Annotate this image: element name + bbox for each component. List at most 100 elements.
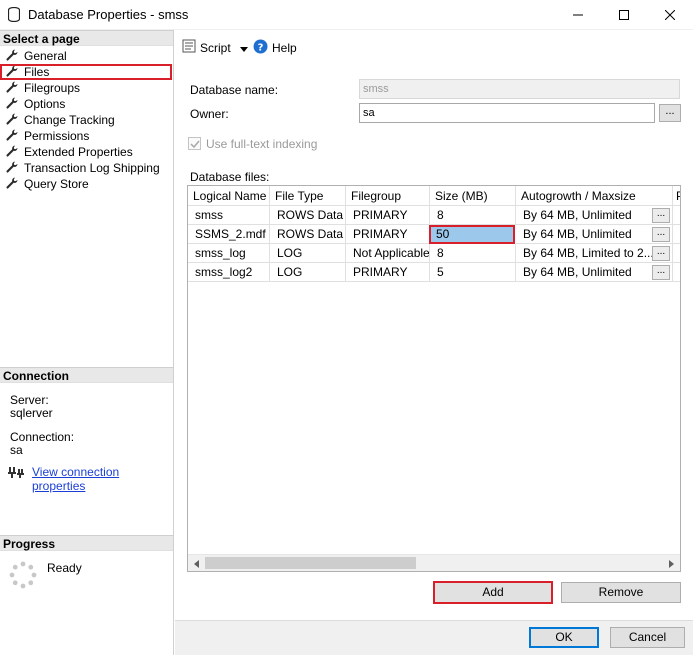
cell-filegroup[interactable]: PRIMARY (346, 206, 430, 225)
database-files-grid: Logical Name File Type Filegroup Size (M… (187, 185, 681, 572)
nav-item-permissions[interactable]: Permissions (0, 128, 173, 144)
cell-filegroup[interactable]: PRIMARY (346, 225, 430, 244)
cell-logical-name[interactable]: smss_log (188, 244, 270, 263)
progress-header: Progress (0, 535, 173, 551)
nav-item-label: Extended Properties (24, 145, 133, 159)
autogrowth-edit-button[interactable]: ... (652, 208, 670, 223)
size-edit-input[interactable]: 50 (429, 225, 515, 244)
maximize-button[interactable] (601, 0, 647, 30)
autogrowth-edit-button[interactable]: ... (652, 227, 670, 242)
nav-item-extended-properties[interactable]: Extended Properties (0, 144, 173, 160)
progress-spinner-icon (8, 560, 38, 590)
wrench-icon (6, 97, 20, 111)
column-header-logical-name[interactable]: Logical Name (188, 186, 270, 206)
cell-path[interactable] (673, 206, 680, 225)
ok-button[interactable]: OK (529, 627, 599, 648)
scrollbar-thumb[interactable] (205, 557, 416, 569)
wrench-icon (6, 81, 20, 95)
help-button[interactable]: ? Help (253, 39, 297, 57)
progress-status: Ready (47, 561, 82, 575)
cell-logical-name[interactable]: smss_log2 (188, 263, 270, 282)
connection-label: Connection: (10, 430, 75, 444)
cell-size[interactable]: 8 (430, 206, 516, 225)
column-header-path[interactable]: P (673, 186, 680, 206)
wrench-icon (6, 129, 20, 143)
cell-logical-name[interactable]: SSMS_2.mdf (188, 225, 270, 244)
wrench-icon (6, 145, 20, 159)
svg-text:?: ? (258, 43, 264, 54)
horizontal-scrollbar[interactable] (188, 554, 680, 571)
database-name-label: Database name: (190, 83, 279, 97)
scroll-left-icon[interactable] (188, 555, 205, 571)
cell-path[interactable] (673, 244, 680, 263)
owner-field[interactable]: sa (359, 103, 655, 123)
autogrowth-edit-button[interactable]: ... (652, 265, 670, 280)
owner-label: Owner: (190, 107, 229, 121)
cancel-button[interactable]: Cancel (610, 627, 685, 648)
nav-item-files[interactable]: Files (0, 64, 172, 80)
nav-item-label: Files (24, 65, 50, 79)
cell-filegroup[interactable]: Not Applicable (346, 244, 430, 263)
database-files-label: Database files: (190, 170, 270, 184)
title-bar: Database Properties - smss (0, 0, 693, 30)
cell-filegroup[interactable]: PRIMARY (346, 263, 430, 282)
toolbar: Script ? Help (175, 30, 693, 62)
owner-browse-button[interactable]: ... (659, 104, 681, 122)
database-name-field: smss (359, 79, 680, 99)
connection-header: Connection (0, 367, 173, 383)
database-icon (7, 6, 21, 25)
nav-item-label: Filegroups (24, 81, 81, 95)
autogrowth-edit-button[interactable]: ... (652, 246, 670, 261)
column-header-size[interactable]: Size (MB) (430, 186, 516, 206)
add-button[interactable]: Add (433, 581, 553, 604)
dropdown-arrow-icon[interactable] (239, 41, 248, 55)
cell-file-type[interactable]: LOG (270, 244, 346, 263)
select-page-header: Select a page (0, 30, 173, 46)
connection-properties-icon (8, 465, 24, 482)
cell-logical-name[interactable]: smss (188, 206, 270, 225)
script-icon (182, 39, 196, 56)
column-header-autogrowth[interactable]: Autogrowth / Maxsize (516, 186, 673, 206)
nav-item-query-store[interactable]: Query Store (0, 176, 173, 192)
cell-size[interactable]: 8 (430, 244, 516, 263)
help-icon: ? (253, 39, 268, 57)
nav-item-general[interactable]: General (0, 48, 173, 64)
nav-item-label: Change Tracking (24, 113, 115, 127)
nav-item-transaction-log-shipping[interactable]: Transaction Log Shipping (0, 160, 173, 176)
cell-autogrowth[interactable]: By 64 MB, Unlimited (516, 263, 673, 282)
cell-size[interactable]: 5 (430, 263, 516, 282)
view-connection-properties-link[interactable]: View connection properties (32, 465, 173, 493)
window-title: Database Properties - smss (28, 7, 189, 22)
cell-file-type[interactable]: ROWS Data (270, 206, 346, 225)
wrench-icon (6, 49, 20, 63)
fulltext-checkbox[interactable] (188, 137, 201, 150)
nav-item-filegroups[interactable]: Filegroups (0, 80, 173, 96)
nav-item-label: Transaction Log Shipping (24, 161, 160, 175)
checkmark-icon (190, 140, 200, 149)
cell-path[interactable] (673, 225, 680, 244)
nav-item-change-tracking[interactable]: Change Tracking (0, 112, 173, 128)
script-button[interactable]: Script (182, 39, 248, 56)
nav-item-options[interactable]: Options (0, 96, 173, 112)
column-header-filegroup[interactable]: Filegroup (346, 186, 430, 206)
cell-file-type[interactable]: ROWS Data (270, 225, 346, 244)
server-label: Server: (10, 393, 49, 407)
wrench-icon (6, 65, 20, 79)
close-button[interactable] (647, 0, 693, 30)
remove-button[interactable]: Remove (561, 582, 681, 603)
maximize-icon (619, 10, 629, 20)
column-header-file-type[interactable]: File Type (270, 186, 346, 206)
wrench-icon (6, 177, 20, 191)
cell-autogrowth[interactable]: By 64 MB, Unlimited (516, 225, 673, 244)
minimize-button[interactable] (555, 0, 601, 30)
nav-item-label: General (24, 49, 67, 63)
help-label: Help (272, 41, 297, 55)
cell-file-type[interactable]: LOG (270, 263, 346, 282)
cell-autogrowth[interactable]: By 64 MB, Unlimited (516, 206, 673, 225)
cell-autogrowth[interactable]: By 64 MB, Limited to 2... (516, 244, 673, 263)
minimize-icon (573, 14, 583, 16)
scroll-right-icon[interactable] (663, 555, 680, 571)
script-label: Script (200, 40, 231, 55)
nav-item-label: Query Store (24, 177, 89, 191)
cell-path[interactable] (673, 263, 680, 282)
